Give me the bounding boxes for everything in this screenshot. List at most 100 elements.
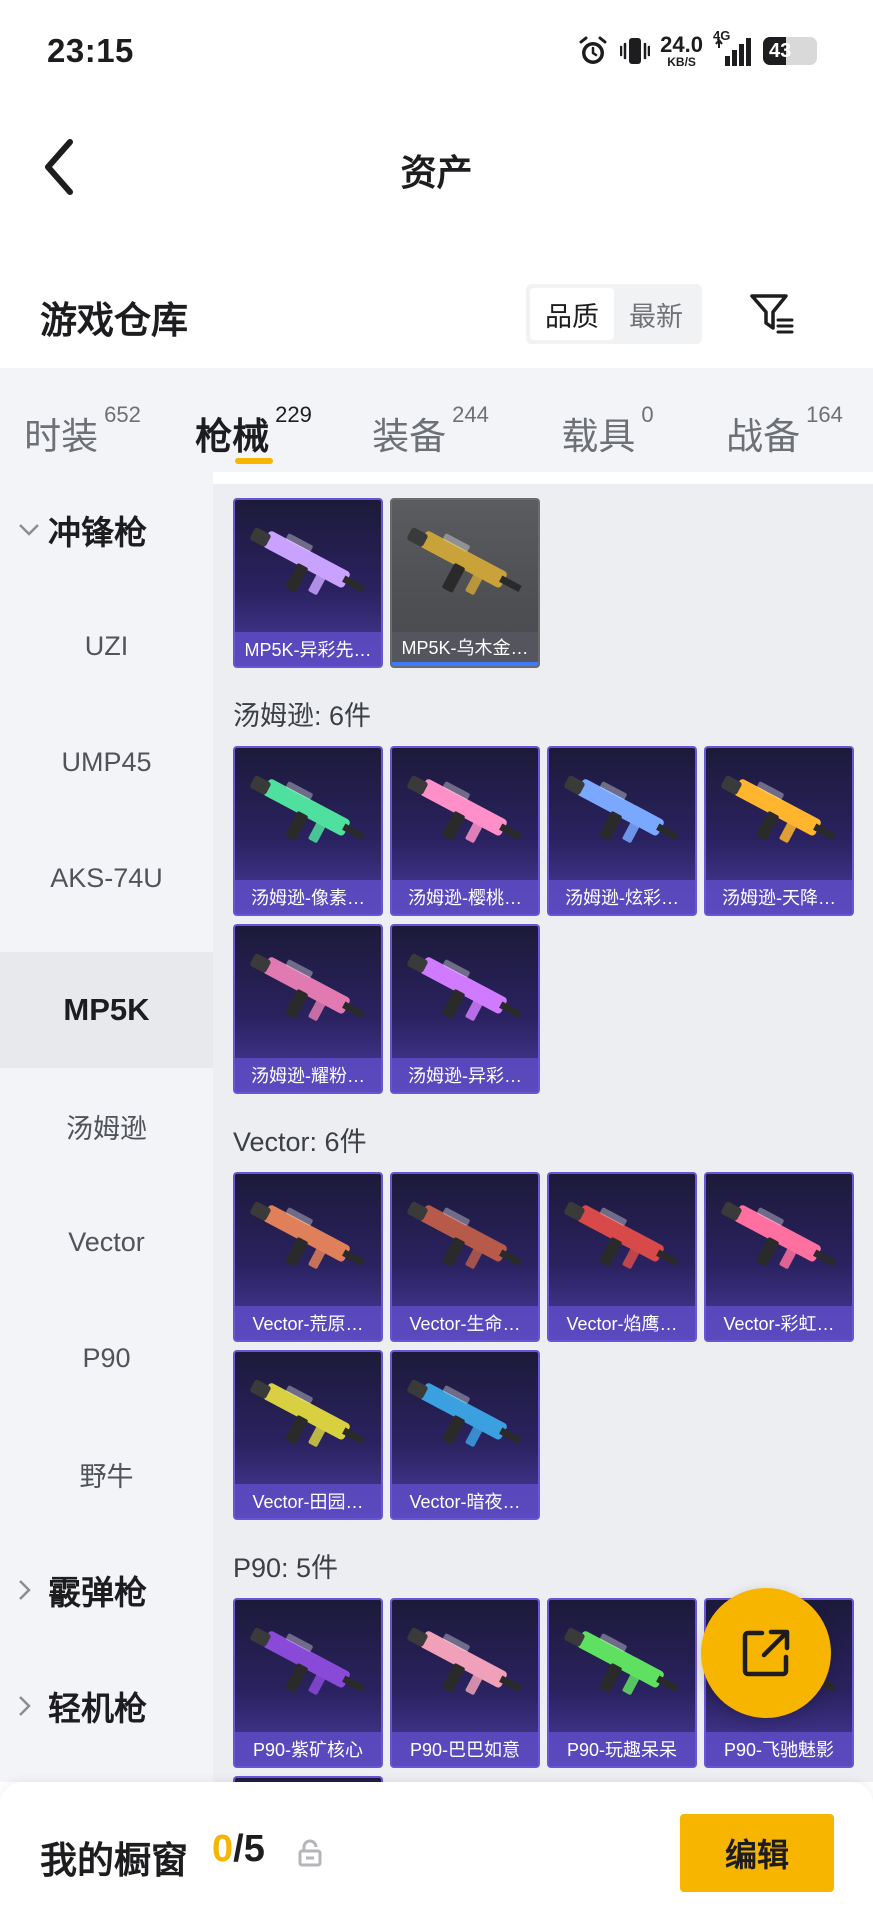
weapon-skin-image xyxy=(721,775,836,843)
tab-equipment[interactable]: 装备 244 xyxy=(342,368,519,472)
chevron-right-icon xyxy=(18,1579,48,1601)
weapon-card[interactable]: 汤姆逊-耀粉… xyxy=(233,924,383,1094)
sidebar-category-label: 冲锋枪 xyxy=(48,514,147,551)
weapon-card-label: Vector-田园… xyxy=(235,1484,381,1518)
sidebar-category-shotgun[interactable]: 霰弹枪 xyxy=(0,1532,213,1648)
share-button[interactable] xyxy=(701,1588,831,1718)
weapon-skin-image xyxy=(407,775,522,843)
share-icon xyxy=(742,1629,790,1677)
weapon-card-label: 汤姆逊-炫彩… xyxy=(549,880,695,914)
sidebar-item-uzi[interactable]: UZI xyxy=(0,588,213,704)
cellular-signal-icon: 4G xyxy=(713,28,753,68)
showcase-count-current: 0 xyxy=(212,1828,234,1870)
weapon-card-label: Vector-荒原… xyxy=(235,1306,381,1340)
filter-icon xyxy=(750,294,794,334)
tab-label: 时装 xyxy=(24,416,99,457)
status-time: 23:15 xyxy=(47,32,134,69)
weapon-skin-image xyxy=(564,775,679,843)
status-bar: 23:15 24.0 KB/S 4G 43 xyxy=(0,0,873,104)
tab-count: 164 xyxy=(806,402,843,427)
tab-label: 枪械 xyxy=(195,416,270,457)
weapon-skin-image xyxy=(250,1379,365,1447)
weapon-card[interactable]: 汤姆逊-异彩… xyxy=(390,924,540,1094)
weapon-skin-image xyxy=(407,1379,522,1447)
sidebar-category-label: 轻机枪 xyxy=(48,1690,147,1727)
sidebar-item-bizon[interactable]: 野牛 xyxy=(0,1416,213,1532)
weapon-card[interactable]: P90-紫矿核心 xyxy=(233,1598,383,1768)
tab-fashion[interactable]: 时装 652 xyxy=(0,368,165,472)
sidebar-category-lmg[interactable]: 轻机枪 xyxy=(0,1648,213,1764)
tab-count: 652 xyxy=(104,402,141,427)
vibrate-icon xyxy=(620,34,651,68)
sort-toggle: 品质 最新 xyxy=(526,284,702,344)
weapon-card-label: 汤姆逊-像素… xyxy=(235,880,381,914)
chevron-right-icon xyxy=(18,1695,48,1717)
showcase-count-total: /5 xyxy=(233,1828,265,1870)
tab-label: 战备 xyxy=(726,416,801,457)
weapon-card-label: Vector-生命… xyxy=(392,1306,538,1340)
tab-supplies[interactable]: 战备 164 xyxy=(696,368,873,472)
network-speed-value: 24.0 xyxy=(660,32,703,57)
sidebar-item-ump45[interactable]: UMP45 xyxy=(0,704,213,820)
weapon-card[interactable]: 汤姆逊-天降… xyxy=(704,746,854,916)
network-speed-unit: KB/S xyxy=(667,55,696,69)
header: 资产 xyxy=(0,104,873,224)
weapon-skin-image xyxy=(250,1627,365,1695)
weapon-card[interactable]: Vector-彩虹… xyxy=(704,1172,854,1342)
sidebar-item-vector[interactable]: Vector xyxy=(0,1184,213,1300)
weapon-card-label: 汤姆逊-天降… xyxy=(706,880,852,914)
weapon-skin-image xyxy=(250,527,365,595)
weapon-card-label: Vector-彩虹… xyxy=(706,1306,852,1340)
sort-option-newest[interactable]: 最新 xyxy=(614,288,698,340)
weapon-skin-image xyxy=(407,527,522,595)
status-icons: 24.0 KB/S 4G 43 xyxy=(576,28,817,72)
weapon-card-label: MP5K-异彩先… xyxy=(235,632,381,666)
showcase-bar: 我的橱窗 0/5 编辑 xyxy=(0,1782,873,1920)
weapon-card[interactable]: Vector-生命… xyxy=(390,1172,540,1342)
weapon-card[interactable]: MP5K-乌木金… xyxy=(390,498,540,668)
tab-vehicles[interactable]: 载具 0 xyxy=(519,368,696,472)
weapon-card-label: Vector-暗夜… xyxy=(392,1484,538,1518)
weapon-card-label: Vector-焰鹰… xyxy=(549,1306,695,1340)
filter-button[interactable] xyxy=(744,284,800,344)
sidebar-item-tommy[interactable]: 汤姆逊 xyxy=(0,1068,213,1184)
tab-active-indicator xyxy=(234,458,273,464)
lock-icon xyxy=(298,1839,322,1867)
tab-firearms[interactable]: 枪械 229 xyxy=(165,368,342,472)
tab-label: 装备 xyxy=(372,416,447,457)
battery-percent: 43 xyxy=(769,39,792,62)
sidebar-category-smg[interactable]: 冲锋枪 xyxy=(0,472,213,588)
weapon-sidebar: 冲锋枪 UZI UMP45 AKS-74U MP5K 汤姆逊 Vector P9… xyxy=(0,472,213,1782)
network-type: 4G xyxy=(713,28,731,43)
group-title-vector: Vector: 6件 xyxy=(233,1127,367,1157)
weapon-card-label: 汤姆逊-异彩… xyxy=(392,1058,538,1092)
weapon-skin-image xyxy=(721,1201,836,1269)
weapon-card[interactable]: MP5K-异彩先… xyxy=(233,498,383,668)
sidebar-item-p90[interactable]: P90 xyxy=(0,1300,213,1416)
weapon-card[interactable]: Vector-田园… xyxy=(233,1350,383,1520)
weapon-card[interactable]: P90-玩趣呆呆 xyxy=(547,1598,697,1768)
weapon-card[interactable]: Vector-荒原… xyxy=(233,1172,383,1342)
weapon-card[interactable]: P90-巴巴如意 xyxy=(390,1598,540,1768)
weapon-skin-image xyxy=(564,1627,679,1695)
weapon-skin-image xyxy=(407,1201,522,1269)
edit-button[interactable]: 编辑 xyxy=(680,1814,834,1892)
chevron-down-icon xyxy=(18,523,48,537)
warehouse-row: 游戏仓库 品质 最新 xyxy=(0,260,873,364)
weapon-card[interactable]: 汤姆逊-像素… xyxy=(233,746,383,916)
tab-count: 229 xyxy=(275,402,312,427)
sidebar-item-mp5k[interactable]: MP5K xyxy=(0,952,213,1068)
weapon-card[interactable]: 汤姆逊-炫彩… xyxy=(547,746,697,916)
group-title-tommy: 汤姆逊: 6件 xyxy=(233,701,372,731)
group-title-p90: P90: 5件 xyxy=(233,1553,339,1583)
weapon-card-label: 汤姆逊-樱桃… xyxy=(392,880,538,914)
showcase-count: 0/5 xyxy=(212,1828,265,1871)
weapon-skin-image xyxy=(250,775,365,843)
sidebar-item-aks74u[interactable]: AKS-74U xyxy=(0,820,213,936)
weapon-card[interactable]: Vector-暗夜… xyxy=(390,1350,540,1520)
sort-option-quality[interactable]: 品质 xyxy=(530,288,614,340)
weapon-skin-image xyxy=(564,1201,679,1269)
weapon-card[interactable]: 汤姆逊-樱桃… xyxy=(390,746,540,916)
weapon-card[interactable]: Vector-焰鹰… xyxy=(547,1172,697,1342)
weapon-skin-image xyxy=(250,953,365,1021)
